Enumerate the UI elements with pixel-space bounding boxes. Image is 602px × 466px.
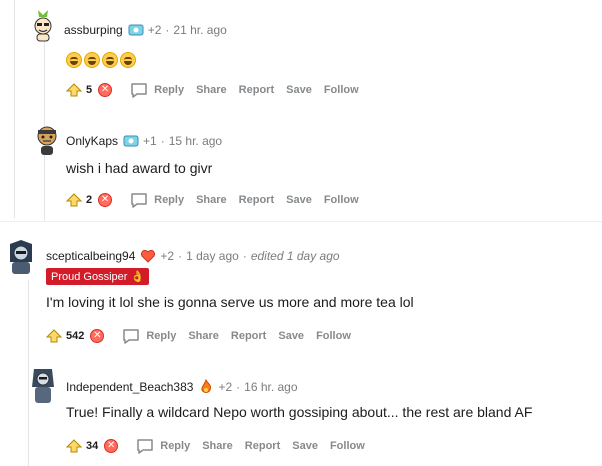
avatar[interactable] — [6, 240, 36, 274]
award-count: +2 — [218, 380, 233, 394]
username[interactable]: OnlyKaps — [66, 134, 118, 148]
reply-button[interactable]: Reply — [122, 328, 176, 344]
upvote-icon[interactable] — [66, 438, 82, 454]
comment-text: True! Finally a wildcard Nepo worth goss… — [66, 404, 533, 420]
follow-button[interactable]: Follow — [324, 84, 359, 96]
edited-label: edited 1 day ago — [250, 249, 340, 263]
vote-score: 34 — [86, 440, 99, 452]
reply-label: Reply — [146, 330, 177, 342]
upvote-icon[interactable] — [66, 82, 82, 98]
snoo-avatar-icon — [37, 126, 57, 155]
snoo-avatar-icon — [10, 240, 32, 274]
username[interactable]: assburping — [64, 23, 123, 37]
comment-meta: scepticalbeing94 +2 · 1 day ago · edited… — [46, 248, 340, 264]
comment-actions: 5 ✕ Reply Share Report Save Follow — [66, 82, 359, 98]
reply-button[interactable]: Reply — [130, 82, 184, 98]
reply-button[interactable]: Reply — [130, 192, 184, 208]
heart-award-icon — [140, 248, 156, 264]
separator-dot: · — [236, 380, 241, 394]
comment-actions: 2 ✕ Reply Share Report Save Follow — [66, 192, 359, 208]
upvote-icon[interactable] — [46, 328, 62, 344]
share-button[interactable]: Share — [188, 330, 219, 342]
save-button[interactable]: Save — [286, 194, 312, 206]
separator-dot: · — [242, 249, 247, 263]
timestamp[interactable]: 1 day ago — [186, 249, 239, 263]
reply-label: Reply — [154, 84, 185, 96]
downvote-icon[interactable]: ✕ — [98, 193, 113, 207]
comment-bubble-icon — [131, 193, 147, 208]
username[interactable]: Independent_Beach383 — [66, 380, 193, 394]
follow-button[interactable]: Follow — [324, 194, 359, 206]
comment-actions: 542 ✕ Reply Share Report Save Follow — [46, 328, 351, 344]
comment-actions: 34 ✕ Reply Share Report Save Follow — [66, 438, 365, 454]
flair-label: Proud Gossiper — [51, 270, 128, 283]
award-icon — [123, 133, 139, 149]
vote-score: 5 — [86, 84, 93, 96]
upvote-icon[interactable] — [66, 192, 82, 208]
user-flair: Proud Gossiper 👌 — [46, 268, 150, 285]
follow-button[interactable]: Follow — [316, 330, 351, 342]
save-button[interactable]: Save — [278, 330, 304, 342]
divider — [0, 221, 602, 222]
laughing-emoji-icon — [102, 52, 118, 68]
report-button[interactable]: Report — [239, 194, 274, 206]
comment-thread: assburping +2 · 21 hr. ago 5 ✕ Reply Sha… — [0, 0, 602, 466]
report-button[interactable]: Report — [231, 330, 266, 342]
separator-dot: · — [178, 249, 183, 263]
username[interactable]: scepticalbeing94 — [46, 249, 135, 263]
laughing-emoji-icon — [66, 52, 82, 68]
save-button[interactable]: Save — [292, 440, 318, 452]
snoo-avatar-icon — [34, 10, 52, 42]
downvote-icon[interactable]: ✕ — [104, 439, 119, 453]
follow-button[interactable]: Follow — [330, 440, 365, 452]
report-button[interactable]: Report — [239, 84, 274, 96]
snoo-avatar-icon — [32, 369, 54, 403]
separator-dot: · — [160, 134, 165, 148]
ok-hand-icon: 👌 — [130, 271, 145, 283]
save-button[interactable]: Save — [286, 84, 312, 96]
vote-score: 2 — [86, 194, 93, 206]
fire-award-icon — [198, 379, 214, 395]
comment-bubble-icon — [131, 83, 147, 98]
reply-button[interactable]: Reply — [136, 438, 190, 454]
award-count: +2 — [160, 249, 175, 263]
award-count: +1 — [143, 134, 157, 148]
comment-text: I'm loving it lol she is gonna serve us … — [46, 294, 414, 310]
avatar[interactable] — [28, 368, 58, 403]
separator-dot: · — [165, 23, 170, 37]
reply-label: Reply — [160, 440, 191, 452]
comment-meta: OnlyKaps +1 · 15 hr. ago — [66, 133, 222, 149]
comment-meta: Independent_Beach383 +2 · 16 hr. ago — [66, 379, 298, 395]
award-count: +2 — [147, 23, 162, 37]
laughing-emoji-icon — [120, 52, 136, 68]
timestamp[interactable]: 21 hr. ago — [173, 23, 226, 37]
comment-text: wish i had award to givr — [66, 160, 213, 176]
reply-label: Reply — [154, 194, 185, 206]
thread-line[interactable] — [14, 0, 15, 218]
downvote-icon[interactable]: ✕ — [90, 329, 105, 343]
comment-bubble-icon — [123, 329, 140, 344]
laughing-emoji-icon — [84, 52, 100, 68]
avatar[interactable] — [32, 122, 62, 156]
award-icon — [128, 22, 144, 38]
share-button[interactable]: Share — [196, 194, 227, 206]
comment-bubble-icon — [137, 439, 153, 454]
share-button[interactable]: Share — [202, 440, 233, 452]
timestamp[interactable]: 16 hr. ago — [244, 380, 297, 394]
emoji-content — [66, 52, 136, 68]
vote-score: 542 — [66, 330, 85, 342]
avatar[interactable] — [28, 8, 58, 42]
share-button[interactable]: Share — [196, 84, 227, 96]
comment-meta: assburping +2 · 21 hr. ago — [64, 22, 227, 38]
downvote-icon[interactable]: ✕ — [98, 83, 113, 97]
report-button[interactable]: Report — [245, 440, 280, 452]
timestamp[interactable]: 15 hr. ago — [169, 134, 222, 148]
